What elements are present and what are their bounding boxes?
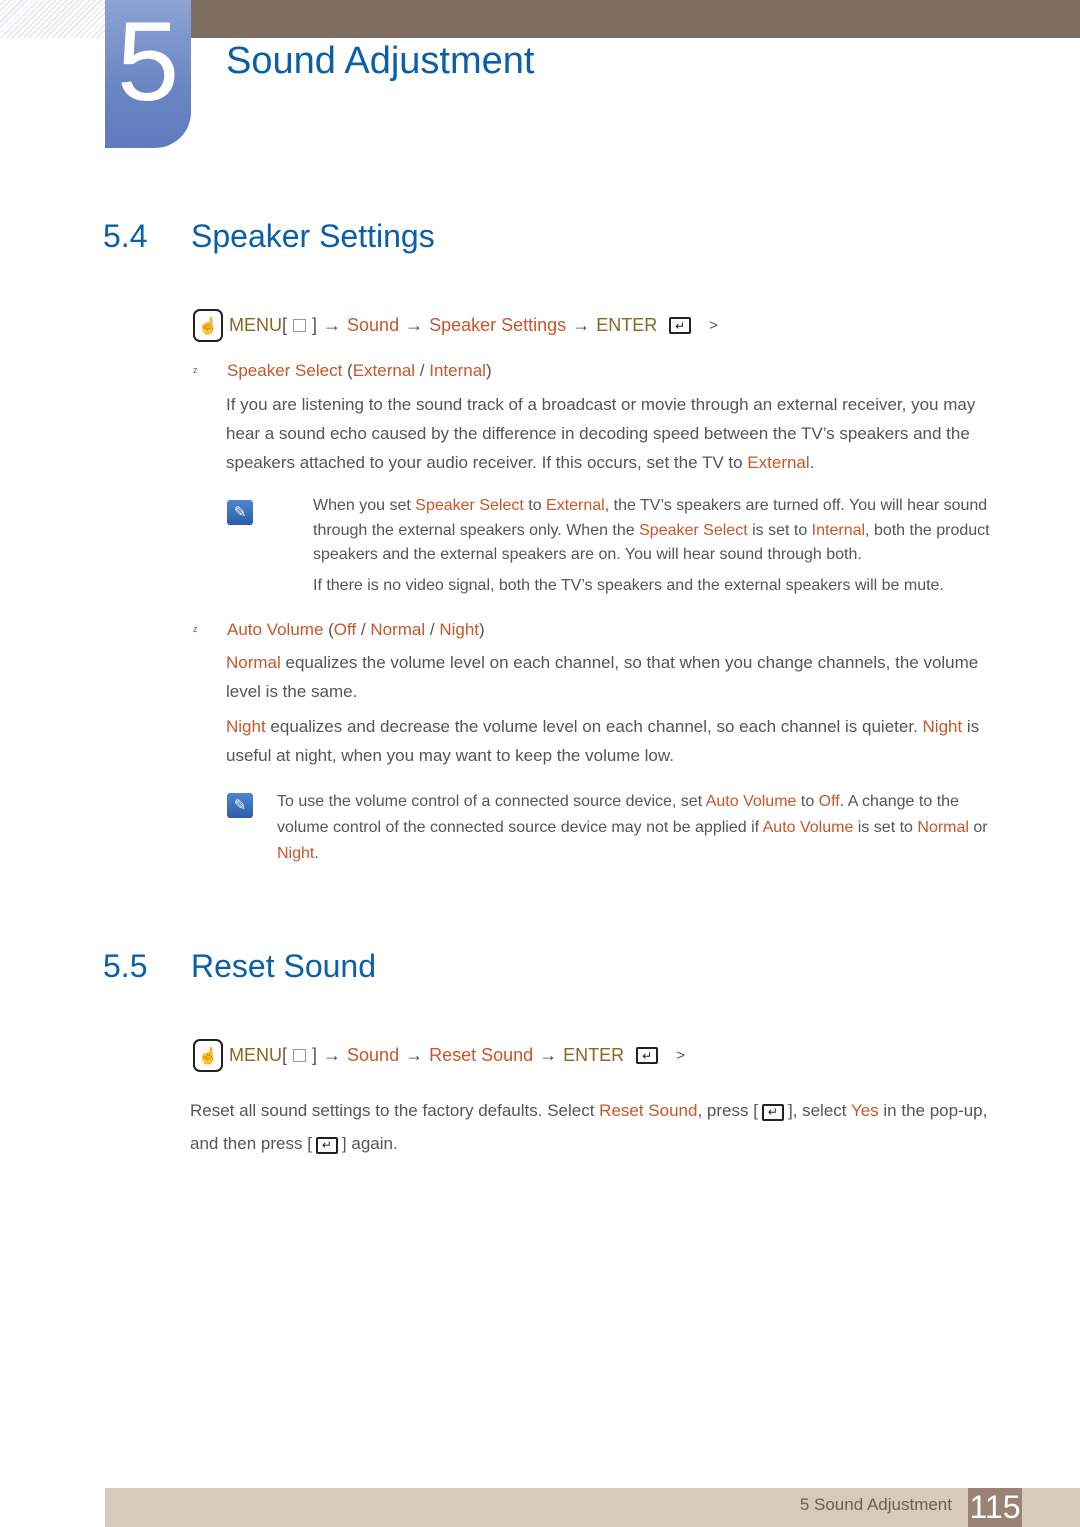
t: Yes <box>850 1101 879 1120</box>
body-text: If you are listening to the sound track … <box>226 395 976 472</box>
t: Reset Sound <box>599 1101 698 1120</box>
arrow-icon: → <box>323 1045 342 1065</box>
menu-tail: > <box>709 317 718 334</box>
menu-step-reset-sound: Reset Sound <box>429 1045 534 1065</box>
menu-tail: > <box>676 1047 685 1064</box>
section-number: 5.4 <box>103 218 148 254</box>
arrow-icon: → <box>323 315 342 335</box>
t: is set to <box>853 819 918 836</box>
menu-button-icon <box>293 319 307 332</box>
menu-keyword: MENU <box>229 315 282 335</box>
bracket-open: [ <box>282 1045 288 1065</box>
item-heading-speaker-select: z Speaker Select (External / Internal) <box>193 361 492 380</box>
bullet-icon: z <box>193 624 198 634</box>
enter-key-icon: ↵ <box>669 317 692 334</box>
enter-keyword: ENTER <box>563 1045 625 1065</box>
arrow-icon: → <box>539 1045 558 1065</box>
t: equalizes and decrease the volume level … <box>265 717 923 736</box>
t: Night <box>226 717 266 736</box>
bracket-open: [ <box>282 315 288 335</box>
body-end: . <box>809 453 815 472</box>
item-heading-auto-volume: z Auto Volume (Off / Normal / Night) <box>193 620 485 639</box>
speaker-select-note: When you set Speaker Select to External,… <box>313 494 1003 598</box>
t: , press [ <box>697 1101 758 1120</box>
menu-step-sound: Sound <box>347 315 400 335</box>
menu-step-speaker-settings: Speaker Settings <box>429 315 567 335</box>
chapter-number-badge: 5 <box>105 0 191 148</box>
hand-touch-icon: ☝ <box>193 309 223 342</box>
note-pencil-icon: ✎ <box>227 793 253 818</box>
t: . <box>314 845 319 862</box>
enter-key-icon: ↵ <box>761 1103 784 1121</box>
header-bar <box>190 0 1080 38</box>
option-normal: Normal <box>370 620 426 639</box>
t: Speaker Select <box>415 497 524 514</box>
item-name: Speaker Select <box>227 361 343 380</box>
t: ], select <box>787 1101 851 1120</box>
section-title: Speaker Settings <box>191 218 435 254</box>
footer-chapter-label: 5 Sound Adjustment <box>799 1495 952 1514</box>
hand-touch-icon: ☝ <box>193 1039 223 1072</box>
t: Night <box>922 717 963 736</box>
reset-sound-description: Reset all sound settings to the factory … <box>190 1094 1005 1160</box>
highlight-external: External <box>747 453 810 472</box>
menu-button-icon <box>293 1049 307 1062</box>
bullet-icon: z <box>193 365 198 375</box>
arrow-icon: → <box>405 1045 424 1065</box>
t: equalizes the volume level on each chann… <box>226 653 979 701</box>
bracket-close: ] <box>312 315 318 335</box>
header-hatch-decoration <box>0 0 105 38</box>
auto-volume-note: To use the volume control of a connected… <box>277 789 1003 867</box>
enter-key-icon: ↵ <box>636 1047 659 1064</box>
t: is set to <box>747 521 812 539</box>
section-title: Reset Sound <box>191 948 377 984</box>
t: Night <box>277 845 315 862</box>
t: Speaker Select <box>639 521 748 539</box>
menu-step-sound: Sound <box>347 1045 400 1065</box>
option-night: Night <box>439 620 479 639</box>
menu-keyword: MENU <box>229 1045 282 1065</box>
t: to <box>523 497 547 514</box>
auto-volume-normal-description: Normal equalizes the volume level on eac… <box>226 648 1006 706</box>
page-number: 115 <box>968 1488 1022 1527</box>
arrow-icon: → <box>572 315 591 335</box>
option-off: Off <box>333 620 357 639</box>
auto-volume-night-description: Night equalizes and decrease the volume … <box>226 712 1006 770</box>
note-paragraph-2: If there is no video signal, both the TV… <box>313 576 944 594</box>
t: External <box>546 497 605 514</box>
t: or <box>968 819 988 836</box>
menu-path-reset-sound: ☝ MENU [] → Sound → Reset Sound → ENTER … <box>193 1039 685 1072</box>
t: Normal <box>226 653 281 672</box>
chapter-title: Sound Adjustment <box>226 40 535 82</box>
note-pencil-icon: ✎ <box>227 500 253 525</box>
enter-key-icon: ↵ <box>315 1136 338 1154</box>
t: Internal <box>811 521 866 539</box>
menu-path-speaker-settings: ☝ MENU [] → Sound → Speaker Settings → E… <box>193 309 718 342</box>
option-external: External <box>352 361 416 380</box>
t: Off <box>818 793 840 810</box>
arrow-icon: → <box>405 315 424 335</box>
t: To use the volume control of a connected… <box>277 793 706 810</box>
enter-keyword: ENTER <box>596 315 658 335</box>
option-internal: Internal <box>429 361 486 380</box>
t: to <box>796 793 819 810</box>
section-number: 5.5 <box>103 948 148 984</box>
bracket-close: ] <box>312 1045 318 1065</box>
t: Normal <box>917 819 969 836</box>
t: When you set <box>313 497 416 514</box>
t: Reset all sound settings to the factory … <box>190 1101 600 1120</box>
note-paragraph: When you set Speaker Select to External,… <box>313 494 1003 568</box>
t: Auto Volume <box>762 819 854 836</box>
t: ] again. <box>341 1134 398 1153</box>
item-name: Auto Volume <box>227 620 324 639</box>
speaker-select-description: If you are listening to the sound track … <box>226 390 1006 477</box>
t: Auto Volume <box>705 793 797 810</box>
footer-bar: 5 Sound Adjustment <box>105 1488 1080 1527</box>
